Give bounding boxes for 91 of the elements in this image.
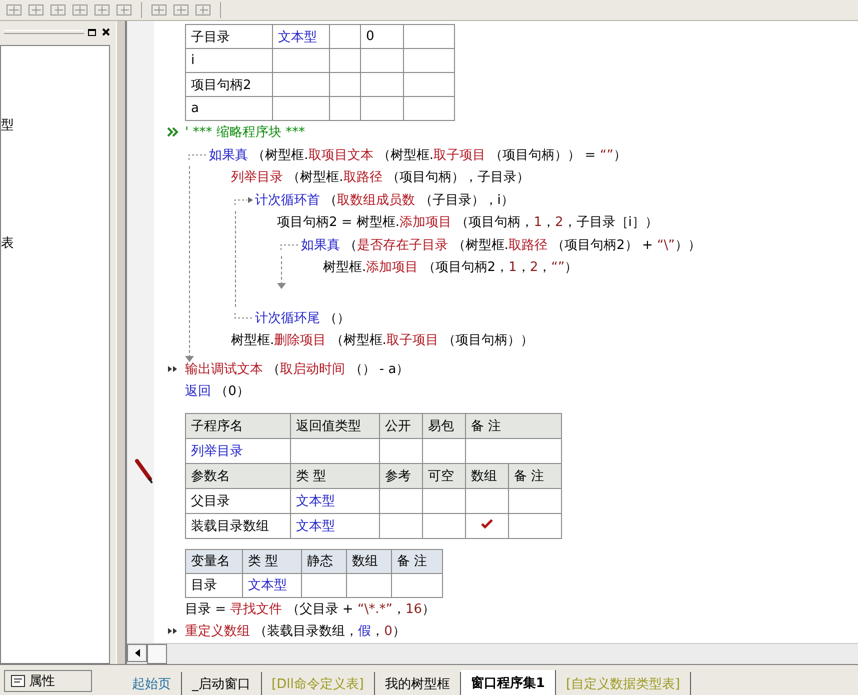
- scrollbar-thumb[interactable]: [147, 644, 167, 664]
- empty-cell: [404, 96, 454, 120]
- empty-cell: [422, 438, 466, 463]
- pen-icon: [135, 459, 153, 485]
- code-line: 如果真 （是否存在子目录 （树型框.取路径 （项目句柄2） + “\”））: [301, 236, 701, 254]
- empty-cell: [272, 96, 330, 120]
- empty-cell: [330, 96, 360, 120]
- code-line: ' *** 缩略程序块 ***: [185, 124, 305, 142]
- empty-cell: [346, 573, 392, 597]
- empty-cell: [360, 96, 404, 120]
- array-cell[interactable]: [466, 513, 508, 538]
- panel-splitter[interactable]: [116, 21, 126, 664]
- table-cell: 可空: [422, 463, 466, 488]
- table-cell: 参数名: [186, 463, 290, 488]
- properties-icon: [11, 675, 25, 687]
- table-cell: 列举目录: [186, 438, 290, 463]
- empty-cell: [508, 488, 562, 513]
- check-icon: [481, 519, 493, 529]
- empty-cell: [422, 513, 466, 538]
- editor-tab[interactable]: 窗口程序集1: [460, 670, 556, 695]
- table-cell: a: [186, 96, 272, 120]
- table-cell: 文本型: [290, 488, 380, 513]
- table-cell: 文本型: [290, 513, 380, 538]
- empty-cell: [392, 573, 442, 597]
- empty-cell: [380, 438, 422, 463]
- table-cell: 子目录: [186, 24, 272, 48]
- table-cell: 返回值类型: [290, 413, 380, 438]
- empty-cell: [330, 48, 360, 72]
- align-tool-icon[interactable]: [173, 3, 189, 17]
- scroll-left-button[interactable]: [127, 644, 147, 662]
- empty-cell: [330, 72, 360, 96]
- table-cell: 装载目录数组: [186, 513, 290, 538]
- table-cell: 项目句柄2: [186, 72, 272, 96]
- table-cell: 子程序名: [186, 413, 290, 438]
- empty-cell: [360, 48, 404, 72]
- empty-cell: [380, 488, 422, 513]
- empty-cell: [380, 513, 422, 538]
- empty-cell: [404, 72, 454, 96]
- table-cell: 易包: [422, 413, 466, 438]
- table-cell: 目录: [186, 573, 242, 597]
- empty-cell: [422, 488, 466, 513]
- step-marker-icon: [167, 626, 179, 636]
- table-cell: 备 注: [466, 413, 562, 438]
- table-cell: 文本型: [272, 24, 330, 48]
- align-tool-icon[interactable]: [6, 3, 22, 17]
- table-cell: 备 注: [392, 549, 442, 573]
- empty-cell: [272, 72, 330, 96]
- empty-cell: [508, 513, 562, 538]
- properties-tab[interactable]: 属性: [4, 670, 92, 692]
- table-cell: 变量名: [186, 549, 242, 573]
- array-cell[interactable]: [466, 488, 508, 513]
- align-tool-icon[interactable]: [116, 3, 132, 17]
- table-cell: 静态: [302, 549, 346, 573]
- empty-cell: [404, 48, 454, 72]
- code-line: 重定义数组 （装载目录数组，假，0）: [185, 623, 406, 640]
- code-line: 目录 = 寻找文件 （父目录 + “\*.*”，16）: [185, 600, 435, 618]
- code-line: 列举目录 （树型框.取路径 （项目句柄），子目录）: [231, 169, 530, 186]
- step-marker-icon: [167, 364, 179, 374]
- empty-cell: [360, 72, 404, 96]
- code-line: 计次循环首 （取数组成员数 （子目录），i）: [255, 192, 514, 209]
- table-cell: 文本型: [242, 573, 302, 597]
- collapse-marker-icon[interactable]: [167, 127, 179, 138]
- table-cell: 备 注: [508, 463, 562, 488]
- table-cell: 父目录: [186, 488, 290, 513]
- align-tool-icon[interactable]: [195, 3, 211, 17]
- align-tool-icon[interactable]: [94, 3, 110, 17]
- align-tool-icon[interactable]: [151, 3, 167, 17]
- empty-cell: [272, 48, 330, 72]
- empty-cell: [302, 573, 346, 597]
- align-tool-icon[interactable]: [28, 3, 44, 17]
- code-line: 如果真 （树型框.取项目文本 （树型框.取子项目 （项目句柄）） = “”）: [209, 146, 626, 164]
- table-cell: 数组: [346, 549, 392, 573]
- table-cell: 数组: [466, 463, 508, 488]
- code-line: 树型框.删除项目 （树型框.取子项目 （项目句柄））: [231, 332, 534, 350]
- empty-cell: [404, 24, 454, 48]
- maximize-button[interactable]: [86, 26, 98, 38]
- table-cell: 公开: [380, 413, 422, 438]
- align-tool-icon[interactable]: [72, 3, 88, 17]
- table-cell: i: [186, 48, 272, 72]
- table-cell: 参考: [380, 463, 422, 488]
- left-arrow-icon: [134, 649, 140, 657]
- empty-cell: [330, 24, 360, 48]
- code-line: 树型框.添加项目 （项目句柄2，1，2，“”）: [323, 259, 578, 276]
- table-cell: 0: [360, 24, 404, 48]
- code-line: 输出调试文本 （取启动时间 （） - a）: [185, 360, 410, 378]
- align-tool-icon[interactable]: [50, 3, 66, 17]
- code-line: 返回 （0）: [185, 383, 250, 400]
- code-line: 计次循环尾 （）: [255, 310, 350, 327]
- code-line: 项目句柄2 = 树型框.添加项目 （项目句柄，1，2，子目录［i］）: [277, 214, 658, 232]
- table-cell: 类 型: [290, 463, 380, 488]
- table-cell: 类 型: [242, 549, 302, 573]
